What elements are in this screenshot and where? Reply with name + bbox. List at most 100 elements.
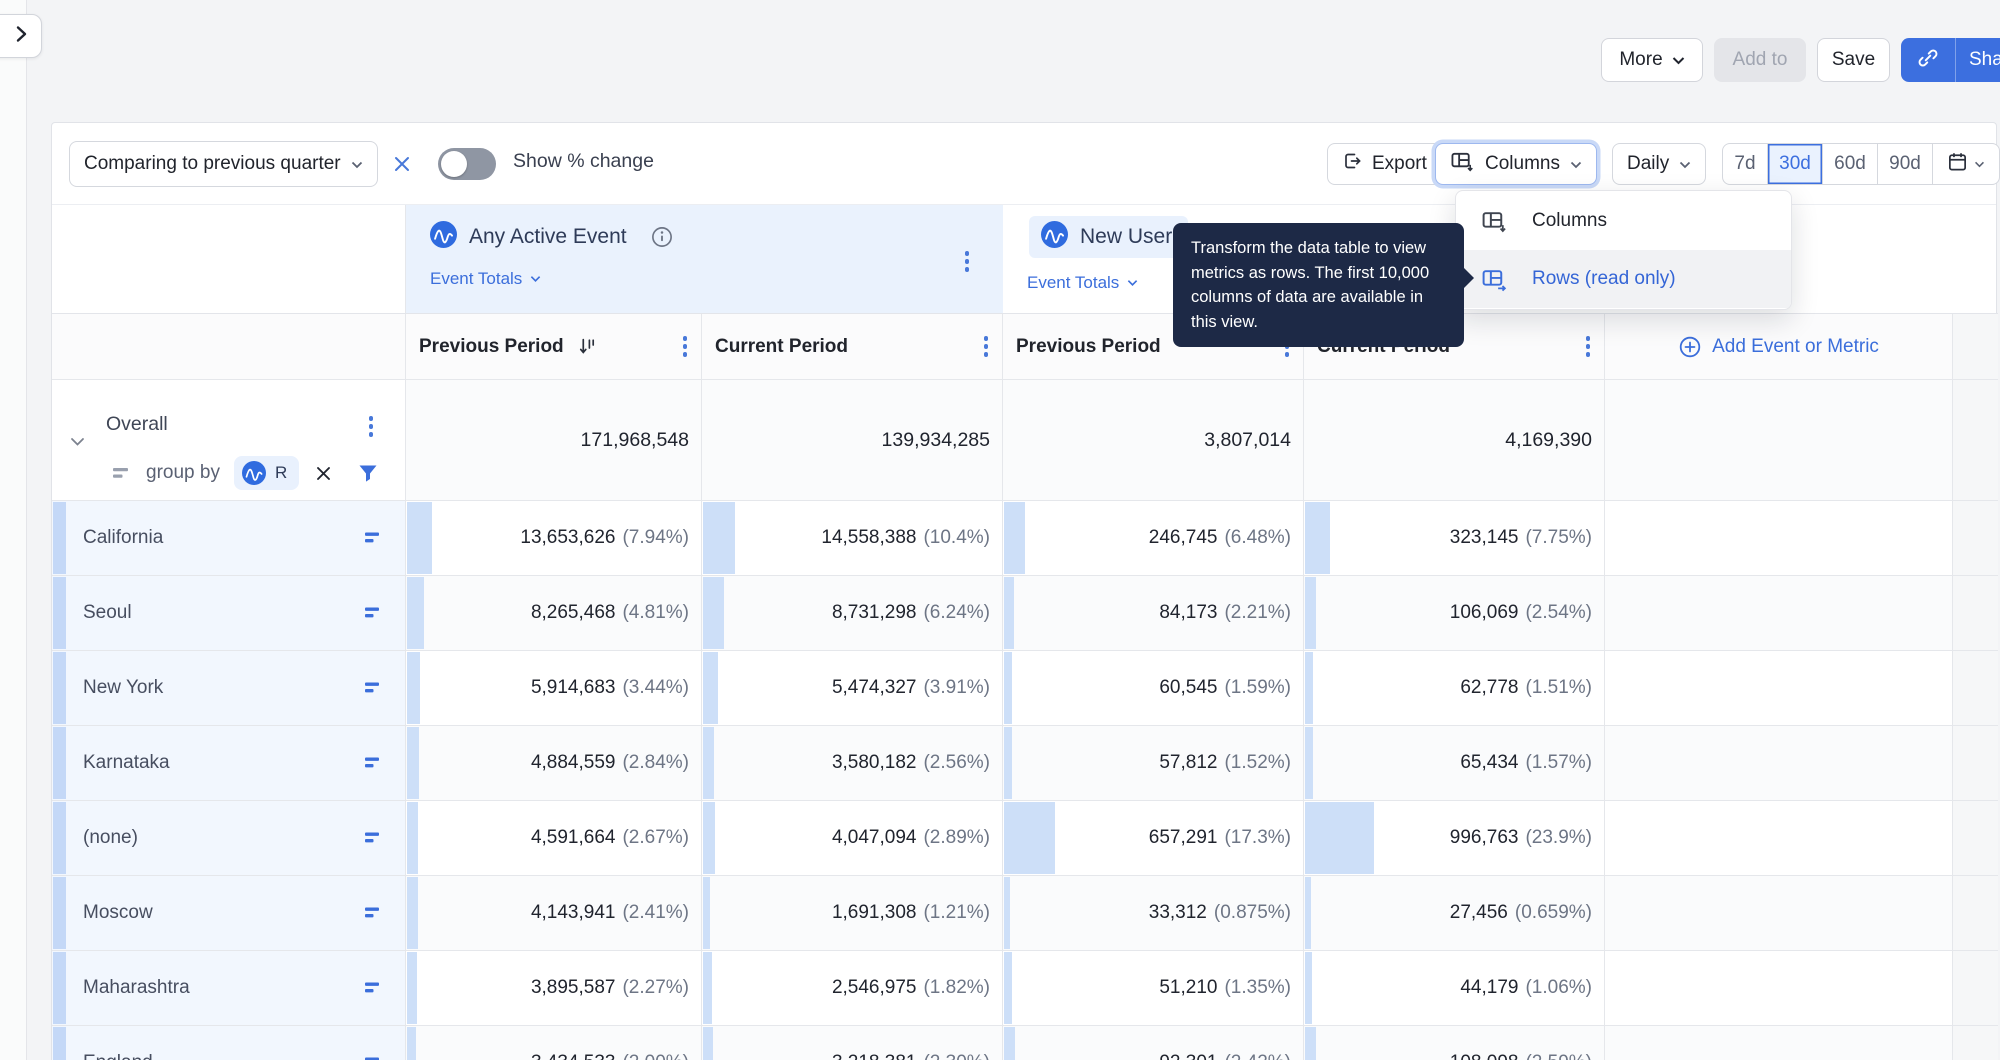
data-cell[interactable]: 323,145 (7.75%) <box>1304 501 1605 575</box>
expand-sidebar-button[interactable] <box>0 14 42 58</box>
menu-item-rows[interactable]: Rows (read only) <box>1456 250 1791 308</box>
cell-value: 323,145 <box>1449 527 1519 548</box>
column-menu-kebab[interactable] <box>679 332 692 361</box>
data-cell[interactable]: 51,210 (1.35%) <box>1003 951 1304 1025</box>
group-bars-icon[interactable] <box>365 832 383 845</box>
group-bars-icon[interactable] <box>365 682 383 695</box>
cell-percent: (2.59%) <box>1525 1052 1592 1060</box>
row-label-cell[interactable]: England <box>52 1026 406 1060</box>
row-label-cell[interactable]: California <box>52 501 406 575</box>
aggregation-dropdown[interactable]: Event Totals <box>430 269 541 289</box>
data-cell[interactable]: 33,312 (0.875%) <box>1003 876 1304 950</box>
data-cell[interactable]: 8,731,298 (6.24%) <box>702 576 1003 650</box>
range-90d-button[interactable]: 90d <box>1878 144 1933 184</box>
remove-comparison-button[interactable] <box>388 150 416 178</box>
overall-value-cell[interactable]: 139,934,285 <box>702 380 1003 500</box>
share-button[interactable]: Sha <box>1956 38 2000 82</box>
cell-percent: (2.41%) <box>622 902 689 923</box>
group-bars-icon[interactable] <box>365 1057 383 1060</box>
row-menu-kebab[interactable] <box>365 412 378 441</box>
row-label-cell[interactable]: Karnataka <box>52 726 406 800</box>
overall-value-cell[interactable]: 3,807,014 <box>1003 380 1304 500</box>
data-cell[interactable]: 4,591,664 (2.67%) <box>406 801 702 875</box>
row-label-cell[interactable]: Seoul <box>52 576 406 650</box>
data-cell[interactable]: 246,745 (6.48%) <box>1003 501 1304 575</box>
data-cell[interactable]: 3,580,182 (2.56%) <box>702 726 1003 800</box>
data-cell[interactable]: 92,301 (2.42%) <box>1003 1026 1304 1060</box>
granularity-dropdown[interactable]: Daily <box>1612 143 1707 185</box>
copy-link-button[interactable] <box>1901 38 1956 82</box>
data-cell[interactable]: 44,179 (1.06%) <box>1304 951 1605 1025</box>
aggregation-dropdown[interactable]: Event Totals <box>1027 273 1138 293</box>
data-cell[interactable]: 3,434,533 (2.00%) <box>406 1026 702 1060</box>
data-cell[interactable]: 8,265,468 (4.81%) <box>406 576 702 650</box>
data-cell[interactable]: 3,895,587 (2.27%) <box>406 951 702 1025</box>
group-bars-icon[interactable] <box>365 982 383 995</box>
data-cell[interactable]: 14,558,388 (10.4%) <box>702 501 1003 575</box>
cell-proportion-bar <box>1004 877 1010 949</box>
row-label-cell[interactable]: Maharashtra <box>52 951 406 1025</box>
overall-label-cell[interactable]: Overall group by R <box>52 380 406 500</box>
more-button[interactable]: More <box>1601 38 1703 82</box>
menu-item-columns[interactable]: Columns <box>1456 192 1791 250</box>
row-label-cell[interactable]: (none) <box>52 801 406 875</box>
comparison-dropdown[interactable]: Comparing to previous quarter <box>69 141 378 187</box>
data-cell[interactable]: 60,545 (1.59%) <box>1003 651 1304 725</box>
column-menu-kebab[interactable] <box>980 332 993 361</box>
range-30d-button[interactable]: 30d <box>1768 144 1823 184</box>
cell-value: 84,173 <box>1159 602 1218 623</box>
range-7d-button[interactable]: 7d <box>1723 144 1768 184</box>
data-cell[interactable]: 4,143,941 (2.41%) <box>406 876 702 950</box>
cell-proportion-bar <box>407 952 417 1024</box>
data-cell[interactable]: 62,778 (1.51%) <box>1304 651 1605 725</box>
metric-any-active-event[interactable]: Any Active Event Event Totals <box>406 205 1003 313</box>
cell-proportion-bar <box>1004 727 1012 799</box>
data-cell[interactable]: 4,884,559 (2.84%) <box>406 726 702 800</box>
cell-proportion-bar <box>703 727 714 799</box>
row-label-cell[interactable]: Moscow <box>52 876 406 950</box>
add-event-or-metric-button[interactable]: Add Event or Metric <box>1605 314 1953 379</box>
data-cell[interactable]: 2,546,975 (1.82%) <box>702 951 1003 1025</box>
data-cell[interactable]: 108,098 (2.59%) <box>1304 1026 1605 1060</box>
data-cell[interactable]: 4,047,094 (2.89%) <box>702 801 1003 875</box>
group-bars-icon[interactable] <box>365 607 383 620</box>
group-bars-icon[interactable] <box>365 757 383 770</box>
data-cell[interactable]: 5,914,683 (3.44%) <box>406 651 702 725</box>
save-button[interactable]: Save <box>1817 38 1890 82</box>
collapse-chevron-icon[interactable] <box>70 434 85 452</box>
column-header[interactable]: Previous Period <box>406 314 702 379</box>
range-60d-button[interactable]: 60d <box>1823 144 1878 184</box>
table-row: Seoul 8,265,468 (4.81%) 8,731,298 (6.24%) 84,… <box>52 576 1998 651</box>
sort-descending-icon[interactable] <box>578 337 597 356</box>
data-cell[interactable]: 5,474,327 (3.91%) <box>702 651 1003 725</box>
data-cell[interactable]: 657,291 (17.3%) <box>1003 801 1304 875</box>
data-cell[interactable]: 57,812 (1.52%) <box>1003 726 1304 800</box>
data-cell[interactable]: 84,173 (2.21%) <box>1003 576 1304 650</box>
date-range-picker-button[interactable] <box>1933 144 1999 184</box>
data-cell[interactable]: 106,069 (2.54%) <box>1304 576 1605 650</box>
data-cell[interactable]: 1,691,308 (1.21%) <box>702 876 1003 950</box>
data-cell[interactable]: 3,218,381 (2.30%) <box>702 1026 1003 1060</box>
data-cell[interactable]: 65,434 (1.57%) <box>1304 726 1605 800</box>
cell-value: 14,558,388 <box>821 527 917 548</box>
group-by-property-chip[interactable]: R <box>233 456 300 490</box>
show-percent-toggle[interactable] <box>438 148 496 180</box>
group-bars-icon[interactable] <box>365 532 383 545</box>
share-label-text: Sha <box>1969 49 2000 70</box>
data-cell[interactable]: 996,763 (23.9%) <box>1304 801 1605 875</box>
remove-group-by-button[interactable] <box>313 463 334 484</box>
data-cell[interactable]: 13,653,626 (7.94%) <box>406 501 702 575</box>
columns-dropdown-button[interactable]: Columns <box>1435 143 1597 185</box>
data-cell[interactable]: 27,456 (0.659%) <box>1304 876 1605 950</box>
cell-proportion-bar <box>703 577 724 649</box>
column-menu-kebab[interactable] <box>1582 332 1595 361</box>
row-label: Moscow <box>83 902 153 923</box>
column-header[interactable]: Current Period <box>702 314 1003 379</box>
overall-value-cell[interactable]: 171,968,548 <box>406 380 702 500</box>
row-label-cell[interactable]: New York <box>52 651 406 725</box>
metric-menu-kebab[interactable] <box>961 247 974 276</box>
group-bars-icon[interactable] <box>365 907 383 920</box>
info-icon[interactable] <box>651 226 673 248</box>
filter-icon[interactable] <box>358 464 378 483</box>
overall-value-cell[interactable]: 4,169,390 <box>1304 380 1605 500</box>
